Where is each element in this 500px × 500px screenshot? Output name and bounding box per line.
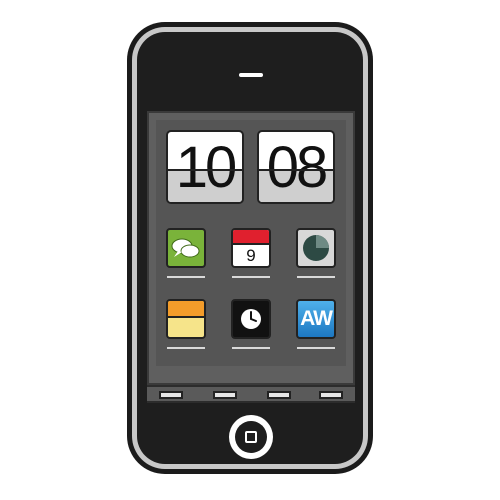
notes-icon — [168, 301, 204, 316]
phone-rim: 10 08 9 AW — [132, 27, 368, 469]
clock-minutes-tile: 08 — [257, 130, 335, 204]
chart-icon — [303, 235, 329, 261]
app-label — [232, 276, 270, 278]
dock-slot[interactable] — [319, 391, 343, 399]
dock — [147, 385, 355, 403]
chart-app[interactable] — [296, 228, 336, 268]
home-square-icon — [245, 431, 257, 443]
dock-slot[interactable] — [213, 391, 237, 399]
screen: 10 08 9 AW — [147, 111, 355, 385]
messages-app[interactable] — [166, 228, 206, 268]
clock-app[interactable] — [231, 299, 271, 339]
clock-minutes: 08 — [266, 134, 329, 200]
notes-app[interactable] — [166, 299, 206, 339]
calendar-icon — [233, 230, 269, 243]
app-label — [167, 276, 205, 278]
dock-slot[interactable] — [267, 391, 291, 399]
aw-app[interactable]: AW — [296, 299, 336, 339]
calendar-app[interactable]: 9 — [231, 228, 271, 268]
home-button[interactable] — [229, 415, 273, 459]
clock-hours: 10 — [175, 134, 238, 200]
dock-slot[interactable] — [159, 391, 183, 399]
aw-app-icon: AW — [300, 307, 333, 330]
earpiece-speaker — [239, 73, 263, 77]
app-label — [167, 347, 205, 349]
phone-body: 10 08 9 AW — [137, 32, 363, 464]
app-label — [297, 347, 335, 349]
phone: 10 08 9 AW — [127, 22, 373, 474]
clock-hours-tile: 10 — [166, 130, 244, 204]
app-label — [232, 347, 270, 349]
messages-icon — [171, 238, 200, 258]
clock-icon — [241, 309, 261, 329]
app-label — [297, 276, 335, 278]
home-screen: 10 08 9 AW — [156, 120, 346, 366]
calendar-day: 9 — [246, 246, 256, 265]
